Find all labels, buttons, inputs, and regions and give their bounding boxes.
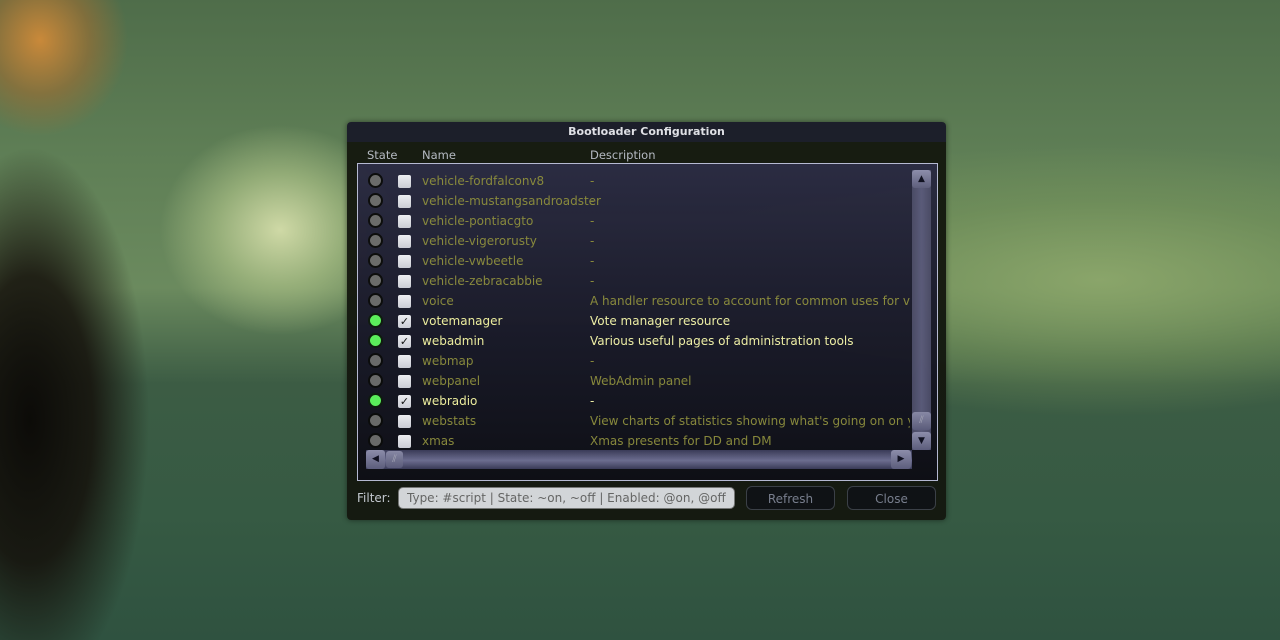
resource-description: -	[590, 234, 595, 248]
enabled-checkbox[interactable]: ✓	[398, 315, 411, 328]
resource-description: Various useful pages of administration t…	[590, 334, 854, 348]
resource-description: View charts of statistics showing what's…	[590, 414, 910, 428]
state-stopped-icon	[368, 353, 383, 368]
filter-input[interactable]	[398, 487, 735, 509]
resource-name: vehicle-zebracabbie	[422, 274, 543, 288]
enabled-checkbox[interactable]	[398, 235, 411, 248]
resource-description: Xmas presents for DD and DM	[590, 434, 772, 448]
resource-name: vehicle-fordfalconv8	[422, 174, 545, 188]
enabled-checkbox[interactable]: ✓	[398, 335, 411, 348]
resource-description: Vote manager resource	[590, 314, 731, 328]
state-stopped-icon	[368, 413, 383, 428]
grip-icon: ⫽	[392, 454, 397, 465]
enabled-checkbox[interactable]	[398, 275, 411, 288]
enabled-checkbox[interactable]: ✓	[398, 395, 411, 408]
state-stopped-icon	[368, 213, 383, 228]
resource-name: voice	[422, 294, 454, 308]
state-stopped-icon	[368, 193, 383, 208]
resource-description: -	[590, 174, 595, 188]
column-header-name[interactable]: Name	[422, 148, 456, 162]
state-stopped-icon	[368, 293, 383, 308]
grip-icon: ⫽	[919, 415, 924, 426]
resource-description: -	[590, 354, 595, 368]
resource-name: vehicle-pontiacgto	[422, 214, 534, 228]
scroll-left-button[interactable]: ◀	[366, 450, 385, 469]
resource-row[interactable]: vehicle-zebracabbie -	[358, 271, 910, 291]
arrow-down-icon: ▼	[918, 436, 925, 446]
resource-row[interactable]: ✓ webradio -	[358, 391, 910, 411]
window-title: Bootloader Configuration	[568, 125, 725, 138]
arrow-left-icon: ◀	[372, 454, 379, 464]
enabled-checkbox[interactable]	[398, 415, 411, 428]
resource-name: webpanel	[422, 374, 481, 388]
state-running-icon	[368, 313, 383, 328]
resource-row[interactable]: ✓ webadmin Various useful pages of adminis…	[358, 331, 910, 351]
enabled-checkbox[interactable]	[398, 195, 411, 208]
state-stopped-icon	[368, 253, 383, 268]
state-stopped-icon	[368, 273, 383, 288]
horizontal-scrollbar[interactable]: ◀ ⫽ ▶	[366, 450, 912, 469]
arrow-up-icon: ▲	[918, 174, 925, 184]
resource-list[interactable]: vehicle-fordfalconv8- vehicle-mustangsand…	[357, 163, 938, 481]
resource-name: webadmin	[422, 334, 485, 348]
resource-row[interactable]: vehicle-vwbeetle -	[358, 251, 910, 271]
resource-row[interactable]: webmap -	[358, 351, 910, 371]
vertical-scrollbar[interactable]: ▲ ⫽ ▼	[912, 170, 931, 450]
resource-row[interactable]: webstats View charts of statistics showin…	[358, 411, 910, 431]
enabled-checkbox[interactable]	[398, 375, 411, 388]
scroll-right-button[interactable]: ▶	[891, 450, 911, 469]
resource-row[interactable]: xmas Xmas presents for DD and DM	[358, 431, 910, 451]
resource-name: vehicle-vigerorusty	[422, 234, 537, 248]
resource-description: -	[590, 254, 595, 268]
resource-name: votemanager	[422, 314, 503, 328]
resource-row[interactable]: ✓ votemanager Vote manager resource	[358, 311, 910, 331]
resource-row[interactable]: voice A handler resource to account for c…	[358, 291, 910, 311]
checkmark-icon: ✓	[399, 315, 410, 328]
enabled-checkbox[interactable]	[398, 295, 411, 308]
state-stopped-icon	[368, 433, 383, 448]
resource-name: webradio	[422, 394, 478, 408]
scroll-up-button[interactable]: ▲	[912, 170, 931, 188]
column-header-state[interactable]: State	[367, 148, 397, 162]
bootloader-window: Bootloader Configuration State Name Desc…	[347, 122, 946, 520]
enabled-checkbox[interactable]	[398, 175, 411, 188]
checkmark-icon: ✓	[399, 335, 410, 348]
resource-name: webmap	[422, 354, 474, 368]
resource-description: -	[590, 394, 595, 408]
horizontal-scroll-thumb[interactable]: ⫽	[386, 451, 403, 468]
resource-row[interactable]: webpanel WebAdmin panel	[358, 371, 910, 391]
resource-row[interactable]: vehicle-mustangsandroadster -	[358, 191, 910, 211]
resource-row[interactable]: vehicle-pontiacgto -	[358, 211, 910, 231]
vertical-scroll-thumb[interactable]: ⫽	[912, 412, 931, 430]
resource-description: -	[590, 274, 595, 288]
resource-name: vehicle-vwbeetle	[422, 254, 524, 268]
enabled-checkbox[interactable]	[398, 435, 411, 448]
resource-description: -	[590, 194, 595, 208]
state-running-icon	[368, 333, 383, 348]
enabled-checkbox[interactable]	[398, 255, 411, 268]
refresh-button[interactable]: Refresh	[746, 486, 835, 510]
resource-row[interactable]: vehicle-vigerorusty -	[358, 231, 910, 251]
state-stopped-icon	[368, 173, 383, 188]
resource-description: -	[590, 214, 595, 228]
state-stopped-icon	[368, 233, 383, 248]
resource-description: WebAdmin panel	[590, 374, 692, 388]
resource-description: A handler resource to account for common…	[590, 294, 910, 308]
arrow-right-icon: ▶	[897, 454, 905, 464]
enabled-checkbox[interactable]	[398, 355, 411, 368]
resource-row[interactable]: vehicle-fordfalconv8 -	[358, 171, 910, 191]
state-stopped-icon	[368, 373, 383, 388]
resource-name: vehicle-mustangsandroadster	[422, 194, 601, 208]
filter-label: Filter:	[357, 491, 391, 505]
resource-name: xmas	[422, 434, 455, 448]
scroll-down-button[interactable]: ▼	[912, 432, 931, 450]
state-running-icon	[368, 393, 383, 408]
column-header-description[interactable]: Description	[590, 148, 656, 162]
checkmark-icon: ✓	[399, 395, 410, 408]
enabled-checkbox[interactable]	[398, 215, 411, 228]
resource-name: webstats	[422, 414, 477, 428]
close-button[interactable]: Close	[847, 486, 936, 510]
